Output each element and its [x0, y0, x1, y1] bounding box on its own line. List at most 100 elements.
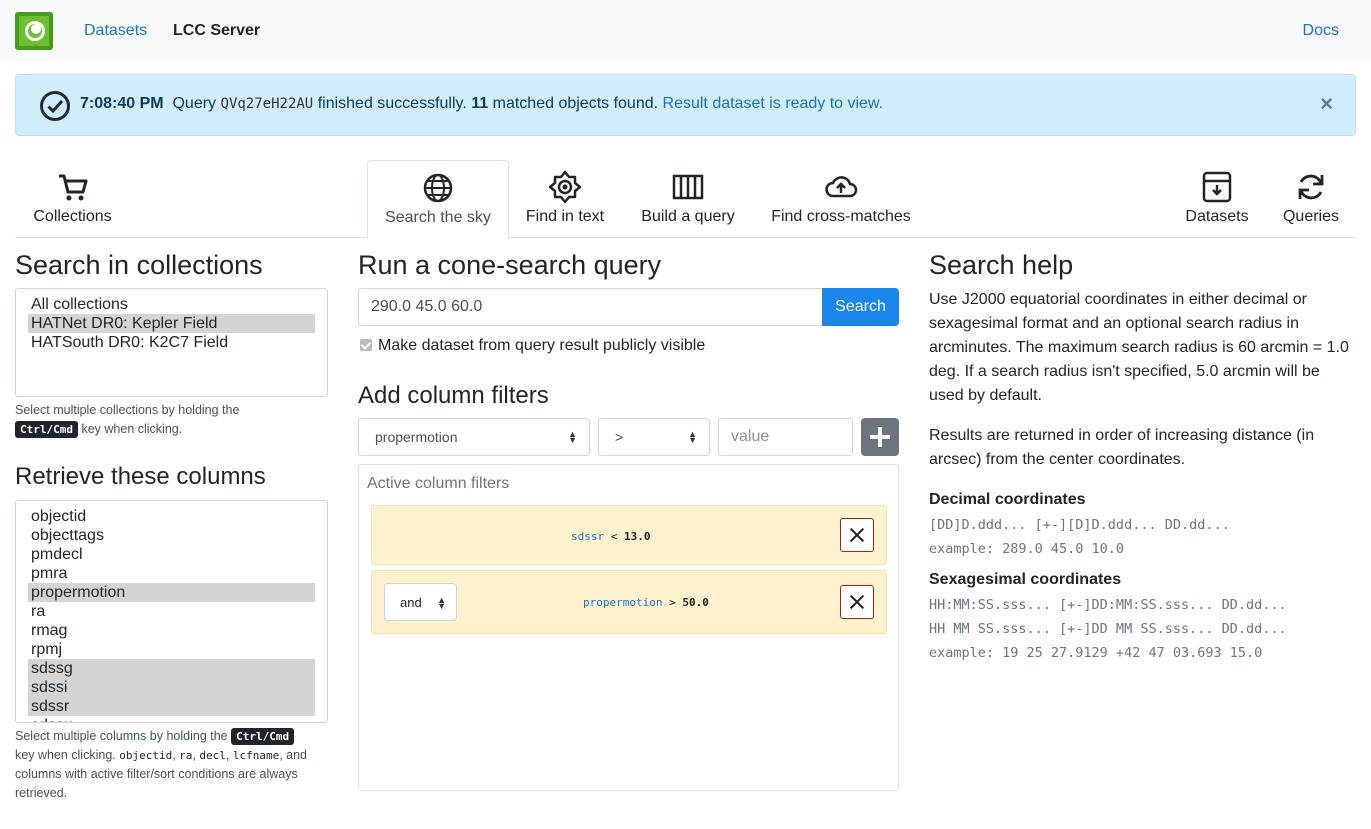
code-lcfname: lcfname — [232, 749, 280, 762]
cone-search-input[interactable]: 290.0 45.0 60.0 — [358, 288, 823, 326]
conjunction-select[interactable]: and ▲ ▼ — [384, 583, 457, 621]
select-arrows-icon: ▲ ▼ — [688, 429, 697, 445]
select-value: > — [615, 429, 624, 445]
select-arrows-icon: ▲ ▼ — [437, 595, 446, 611]
columns-hint: Select multiple columns by holding the C… — [15, 728, 307, 800]
alert-message: 7:08:40 PM Query QVq27eH22AU finished su… — [80, 95, 883, 113]
list-item[interactable]: HATNet DR0: Kepler Field — [28, 314, 315, 333]
list-item[interactable]: sdssu — [28, 716, 315, 722]
tab-label: Datasets — [1185, 208, 1249, 225]
collections-title: Search in collections — [15, 250, 263, 280]
collections-listbox[interactable]: All collections HATNet DR0: Kepler Field… — [15, 288, 328, 397]
alert-finished-text: finished successfully. — [317, 95, 467, 112]
code-objectid: objectid — [119, 749, 173, 762]
list-item[interactable]: pmra — [28, 564, 315, 583]
alert-close-button[interactable]: × — [1320, 91, 1333, 117]
tab-label: Build a query — [641, 208, 735, 225]
list-item[interactable]: HATSouth DR0: K2C7 Field — [28, 333, 315, 352]
cart-icon — [58, 174, 87, 201]
tab-collections[interactable]: Collections — [15, 160, 130, 238]
refresh-icon — [1298, 174, 1324, 200]
list-item[interactable]: objecttags — [28, 526, 315, 545]
remove-filter-button[interactable] — [840, 585, 874, 619]
cloud-upload-icon — [825, 176, 858, 198]
archive-icon — [1202, 171, 1232, 203]
list-item[interactable]: rpmj — [28, 640, 315, 659]
decimal-title: Decimal coordinates — [929, 491, 1086, 508]
alert-time: 7:08:40 PM — [80, 95, 164, 112]
filter-value-input[interactable]: value — [718, 418, 853, 456]
list-item[interactable]: All collections — [28, 295, 315, 314]
code-ra: ra — [179, 749, 193, 762]
navbar: Datasets LCC Server Docs — [0, 0, 1371, 62]
list-item[interactable]: propermotion — [28, 583, 315, 602]
tab-label: Collections — [33, 208, 112, 225]
select-value: and — [400, 595, 422, 610]
sexagesimal-format: HH:MM:SS.sss... [+-]DD:MM:SS.sss... DD.d… — [929, 597, 1287, 613]
nav-docs-link[interactable]: Docs — [1303, 22, 1339, 40]
filters-title: Add column filters — [358, 382, 549, 409]
list-item[interactable]: sdssr — [28, 697, 315, 716]
select-arrows-icon: ▲ ▼ — [568, 429, 577, 445]
filter-column: sdssr — [571, 530, 605, 543]
hint-text: key when clicking. — [81, 422, 183, 436]
list-item[interactable]: rmag — [28, 621, 315, 640]
tab-find-in-text[interactable]: Find in text — [513, 160, 617, 238]
query-status-alert: 7:08:40 PM Query QVq27eH22AU finished su… — [15, 74, 1356, 136]
hint-text: key when clicking. — [15, 748, 116, 762]
check-circle-icon — [40, 91, 70, 121]
list-item[interactable]: objectid — [28, 507, 315, 526]
filter-op: < — [610, 530, 618, 543]
list-item[interactable]: pmdecl — [28, 545, 315, 564]
tab-label: Search the sky — [385, 209, 491, 226]
active-filters-panel: Active column filters sdssr < 13.0 and ▲… — [358, 464, 899, 791]
lcc-logo-icon[interactable] — [15, 12, 53, 50]
list-item[interactable]: ra — [28, 602, 315, 621]
main-tabs: Collections Search the sky Find in text … — [15, 160, 1356, 239]
filter-expression: sdssr < 13.0 — [571, 530, 651, 543]
code-decl: decl — [199, 749, 226, 762]
help-paragraph: Results are returned in order of increas… — [929, 427, 1315, 468]
alert-query-id: QVq27eH22AU — [220, 96, 314, 112]
nav-datasets-link[interactable]: Datasets — [84, 22, 147, 40]
filter-op: > — [669, 596, 676, 609]
sexagesimal-format: HH MM SS.sss... [+-]DD MM SS.sss... DD.d… — [929, 621, 1287, 637]
ctrl-cmd-kbd: Ctrl/Cmd — [15, 421, 78, 438]
alert-matched-count: 11 — [471, 95, 489, 112]
cone-search-title: Run a cone-search query — [358, 250, 662, 280]
tab-datasets[interactable]: Datasets — [1177, 160, 1257, 238]
add-filter-button[interactable] — [861, 418, 899, 456]
alert-matched-text: matched objects found. — [492, 95, 659, 112]
decimal-format: [DD]D.ddd... [+-][D]D.ddd... DD.dd... — [929, 517, 1230, 533]
remove-filter-button[interactable] — [840, 518, 874, 552]
active-filters-title: Active column filters — [367, 475, 510, 492]
filter-column-select[interactable]: propermotion ▲ ▼ — [358, 418, 590, 456]
tab-label: Queries — [1282, 208, 1340, 225]
hint-text: Select multiple columns by holding the — [15, 729, 228, 743]
help-title: Search help — [929, 250, 1074, 280]
search-button[interactable]: Search — [822, 288, 899, 326]
filter-expression: propermotion > 50.0 — [583, 596, 709, 609]
sexagesimal-title: Sexagesimal coordinates — [929, 571, 1122, 588]
tab-queries[interactable]: Queries — [1277, 160, 1345, 238]
sun-icon — [548, 170, 582, 204]
list-item[interactable]: sdssi — [28, 678, 315, 697]
tab-label: Find cross-matches — [771, 208, 911, 225]
alert-query-word: Query — [172, 95, 217, 112]
tab-search-the-sky[interactable]: Search the sky — [367, 160, 509, 239]
select-value: propermotion — [375, 429, 458, 445]
public-checkbox[interactable] — [360, 339, 372, 351]
decimal-example: example: 289.0 45.0 10.0 — [929, 541, 1125, 557]
filter-column: propermotion — [583, 596, 663, 609]
filter-value: 13.0 — [624, 530, 651, 543]
filter-row: and ▲ ▼ propermotion > 50.0 — [371, 570, 887, 634]
hint-text: Select multiple collections by holding t… — [15, 403, 240, 417]
tab-build-a-query[interactable]: Build a query — [632, 160, 744, 238]
columns-listbox[interactable]: objectid objecttags pmdecl pmra propermo… — [15, 500, 328, 723]
tab-label: Find in text — [525, 208, 605, 225]
filter-operator-select[interactable]: > ▲ ▼ — [598, 418, 710, 456]
brand-title[interactable]: LCC Server — [173, 22, 260, 40]
tab-find-cross-matches[interactable]: Find cross-matches — [761, 160, 921, 238]
list-item[interactable]: sdssg — [28, 659, 315, 678]
alert-result-link[interactable]: Result dataset is ready to view. — [663, 95, 884, 112]
